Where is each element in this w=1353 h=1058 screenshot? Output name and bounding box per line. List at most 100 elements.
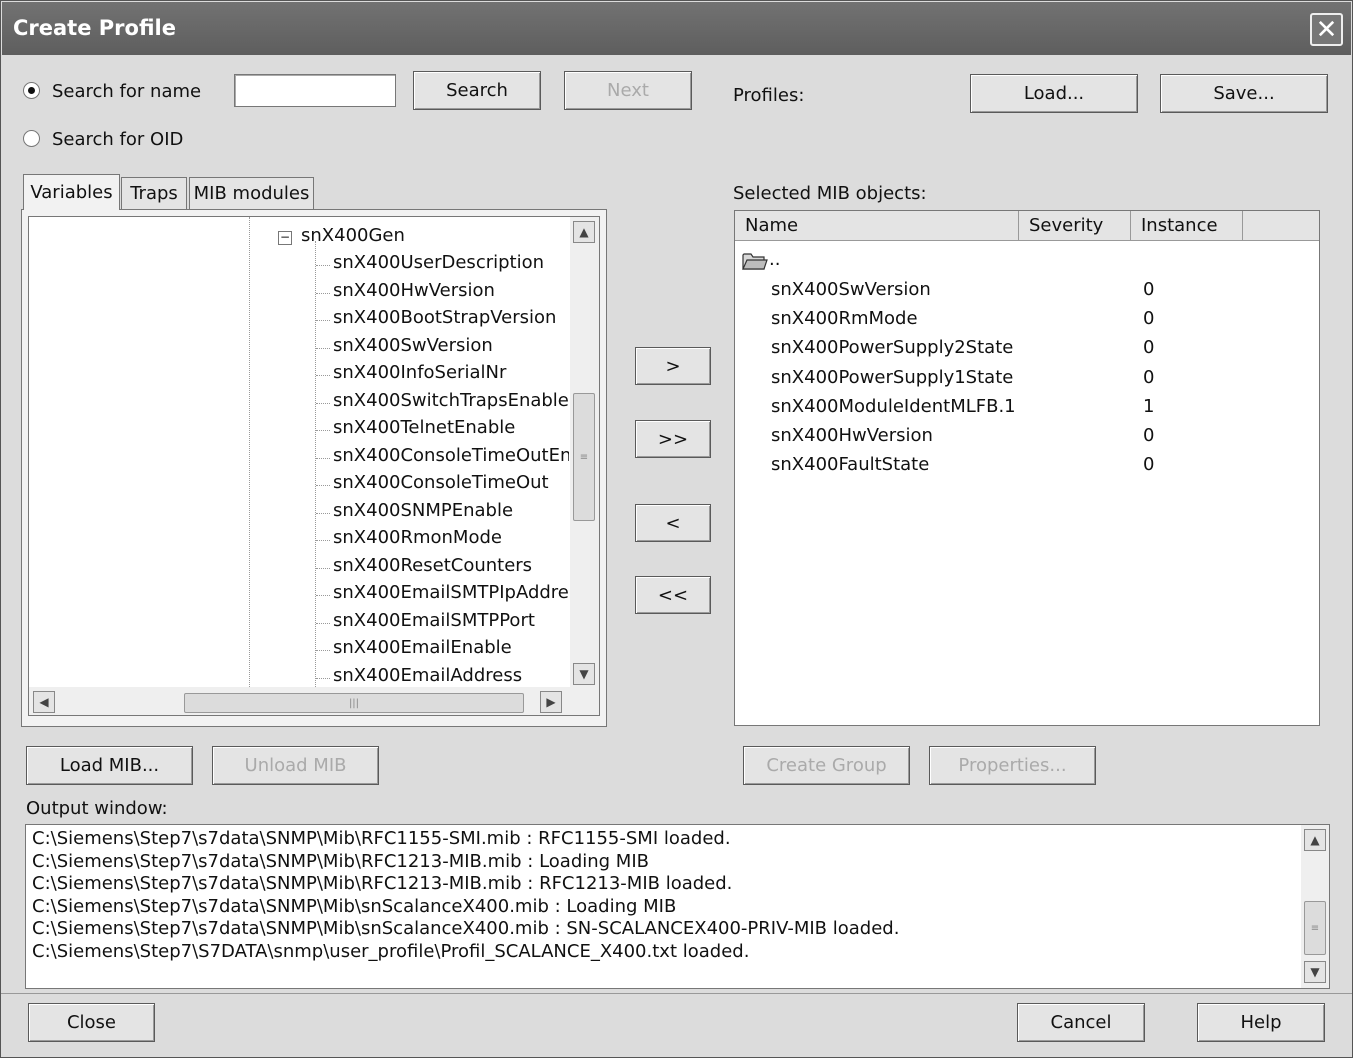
tab-variables[interactable]: Variables: [23, 174, 120, 210]
tree-connector: [316, 485, 330, 486]
tab-mib-modules[interactable]: MIB modules: [189, 177, 314, 209]
tree-node[interactable]: snX400TelnetEnable: [333, 417, 569, 438]
tree-scroll-down-icon[interactable]: ▼: [573, 663, 595, 685]
selected-row-name[interactable]: snX400PowerSupply2State: [771, 337, 1013, 358]
tree-node[interactable]: snX400EmailSMTPPort: [333, 610, 569, 631]
properties-button[interactable]: Properties...: [929, 746, 1096, 785]
next-button[interactable]: Next: [564, 71, 692, 110]
selected-row-instance: 0: [1143, 279, 1155, 300]
tree-connector: [316, 457, 330, 459]
save-profile-button[interactable]: Save...: [1160, 74, 1328, 113]
tree-scroll-up-icon[interactable]: ▲: [573, 221, 595, 243]
footer-divider: [1, 993, 1352, 994]
column-header-instance[interactable]: Instance: [1131, 211, 1243, 241]
tree-guide-line: [249, 217, 250, 687]
tree-node[interactable]: snX400EmailEnable: [333, 637, 569, 658]
tree-node[interactable]: snX400SwitchTrapsEnable: [333, 390, 569, 411]
profiles-label: Profiles:: [733, 85, 805, 106]
output-line: C:\Siemens\Step7\s7data\SNMP\Mib\snScala…: [32, 918, 900, 939]
variables-tab-panel: − snX400Gen snX400UserDescription snX400H…: [21, 209, 607, 727]
remove-button[interactable]: <: [635, 504, 711, 542]
load-mib-button[interactable]: Load MIB...: [26, 746, 193, 785]
add-button[interactable]: >: [635, 347, 711, 385]
output-scroll-up-icon[interactable]: ▲: [1304, 829, 1326, 851]
cancel-button[interactable]: Cancel: [1017, 1003, 1145, 1042]
tree-node-parent[interactable]: snX400Gen: [301, 225, 405, 246]
tree-connector: [316, 567, 330, 569]
tree-node[interactable]: snX400ConsoleTimeOutEnat: [333, 445, 569, 466]
mib-tree[interactable]: − snX400Gen snX400UserDescription snX400H…: [28, 216, 600, 716]
search-by-oid-radio[interactable]: [23, 130, 40, 147]
tree-vscroll-thumb[interactable]: ≡: [573, 393, 595, 521]
search-by-name-radio[interactable]: [23, 82, 40, 99]
search-input[interactable]: [234, 74, 396, 107]
output-line: C:\Siemens\Step7\S7DATA\snmp\user_profil…: [32, 940, 750, 962]
selected-row-instance: 0: [1143, 337, 1155, 359]
collapse-toggle-icon[interactable]: −: [278, 231, 292, 245]
tree-connector: [316, 292, 330, 294]
selected-row-instance: 0: [1143, 454, 1155, 476]
tree-connector: [316, 595, 330, 596]
search-button[interactable]: Search: [413, 71, 541, 110]
search-by-oid-label: Search for OID: [52, 129, 184, 150]
tree-connector: [316, 402, 330, 404]
tree-node[interactable]: snX400EmailSMTPIpAddress: [333, 582, 569, 603]
help-button[interactable]: Help: [1197, 1003, 1325, 1042]
column-header-name[interactable]: Name: [735, 211, 1019, 241]
selected-row-instance: 0: [1143, 366, 1155, 388]
tree-branch-line: [315, 241, 316, 687]
remove-all-button[interactable]: <<: [635, 576, 711, 614]
add-all-button[interactable]: >>: [635, 420, 711, 458]
selected-objects-label: Selected MIB objects:: [733, 183, 927, 204]
output-window[interactable]: C:\Siemens\Step7\s7data\SNMP\Mib\RFC1155…: [25, 824, 1330, 989]
tree-node[interactable]: snX400SNMPEnable: [333, 500, 569, 521]
selected-row-name[interactable]: snX400FaultState: [771, 454, 929, 475]
parent-folder-label[interactable]: ..: [769, 249, 780, 270]
load-profile-button[interactable]: Load...: [970, 74, 1138, 113]
selected-row-name[interactable]: snX400ModuleIdentMLFB.1: [771, 396, 1016, 417]
selected-row-name[interactable]: snX400PowerSupply1State: [771, 367, 1013, 388]
selected-row-instance: 1: [1143, 395, 1155, 417]
tree-connector: [316, 677, 330, 679]
tree-node[interactable]: snX400SwVersion: [333, 335, 569, 356]
selected-row-instance: 0: [1143, 425, 1155, 446]
search-by-name-label: Search for name: [52, 81, 202, 102]
folder-icon: [742, 251, 768, 270]
selected-row-name[interactable]: snX400HwVersion: [771, 425, 933, 446]
tree-hscroll-thumb[interactable]: |||: [184, 693, 524, 713]
tree-connector: [316, 622, 330, 624]
tree-connector: [316, 320, 330, 321]
selected-objects-list[interactable]: Name Severity Instance .. snX400SwVersio…: [734, 210, 1320, 726]
tab-traps[interactable]: Traps: [121, 177, 187, 209]
tree-connector: [316, 650, 330, 651]
tree-node[interactable]: snX400RmonMode: [333, 527, 569, 548]
output-line: C:\Siemens\Step7\s7data\SNMP\Mib\RFC1213…: [32, 850, 649, 872]
tree-connector: [316, 375, 330, 376]
output-scroll-down-icon[interactable]: ▼: [1304, 961, 1326, 983]
output-vscroll-thumb[interactable]: ≡: [1304, 901, 1326, 955]
tree-node[interactable]: snX400BootStrapVersion: [333, 307, 569, 328]
tree-node[interactable]: snX400UserDescription: [333, 252, 569, 273]
tree-scroll-right-icon[interactable]: ▶: [540, 691, 562, 713]
create-profile-dialog: Create Profile ✕ Search for name Search …: [0, 0, 1353, 1058]
selected-row-name[interactable]: snX400SwVersion: [771, 279, 931, 300]
tree-connector: [316, 347, 330, 349]
output-window-label: Output window:: [26, 798, 168, 819]
tree-scroll-left-icon[interactable]: ◀: [33, 691, 55, 713]
selected-row-name[interactable]: snX400RmMode: [771, 308, 918, 329]
tree-connector: [316, 512, 330, 514]
tree-node[interactable]: snX400EmailAddress: [333, 665, 569, 686]
close-icon[interactable]: ✕: [1310, 13, 1343, 46]
tree-node[interactable]: snX400InfoSerialNr: [333, 362, 569, 383]
title-bar: Create Profile ✕: [2, 2, 1351, 55]
tree-node[interactable]: snX400HwVersion: [333, 280, 569, 301]
output-line: C:\Siemens\Step7\s7data\SNMP\Mib\snScala…: [32, 895, 677, 917]
column-header-severity[interactable]: Severity: [1019, 211, 1131, 241]
unload-mib-button[interactable]: Unload MIB: [212, 746, 379, 785]
tree-node[interactable]: snX400ResetCounters: [333, 555, 569, 576]
create-group-button[interactable]: Create Group: [743, 746, 910, 785]
tree-connector: [316, 540, 330, 541]
tree-connector: [316, 265, 330, 266]
close-button[interactable]: Close: [28, 1003, 155, 1042]
tree-node[interactable]: snX400ConsoleTimeOut: [333, 472, 569, 493]
